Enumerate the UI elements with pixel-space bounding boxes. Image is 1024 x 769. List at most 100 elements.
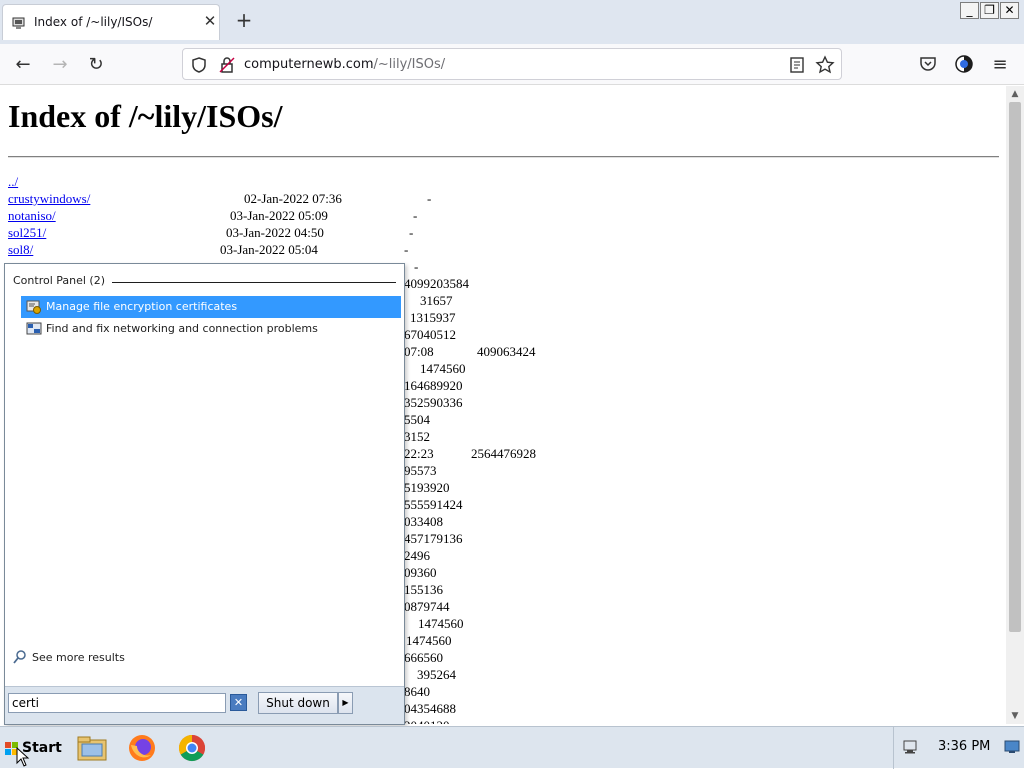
bookmark-star-icon[interactable]: [815, 55, 835, 75]
row-date: 02-Jan-2022 07:36: [244, 191, 342, 206]
chrome-icon: [178, 734, 206, 762]
dir-link[interactable]: crustywindows/: [8, 191, 90, 206]
result-item[interactable]: Find and fix networking and connection p…: [21, 318, 401, 340]
forward-icon[interactable]: →: [47, 52, 73, 78]
show-desktop-icon[interactable]: [1004, 740, 1020, 754]
result-label: Find and fix networking and connection p…: [46, 322, 318, 335]
size-fragment: 409063424: [477, 344, 536, 359]
pocket-icon[interactable]: [918, 54, 938, 74]
row-date: 03-Jan-2022 04:50: [226, 225, 324, 240]
shutdown-options-arrow-icon[interactable]: ▶: [338, 692, 353, 714]
size-fragment: 95573: [404, 463, 437, 478]
address-bar[interactable]: computernewb.com/~lily/ISOs/: [182, 48, 842, 80]
system-tray: 3:36 PM: [893, 727, 1024, 769]
menu-hamburger-icon[interactable]: ≡: [987, 52, 1013, 78]
horizontal-rule: [8, 156, 999, 158]
url-text[interactable]: computernewb.com/~lily/ISOs/: [244, 57, 445, 72]
restore-window-icon[interactable]: ❐: [980, 2, 999, 19]
size-fragment: 164689920: [404, 378, 463, 393]
start-button[interactable]: Start: [2, 731, 62, 767]
size-fragment: 033408: [404, 514, 443, 529]
result-item[interactable]: Manage file encryption certificates: [21, 296, 401, 318]
new-tab-icon[interactable]: +: [234, 10, 254, 30]
reload-icon[interactable]: ↻: [83, 52, 109, 78]
see-more-label: See more results: [32, 651, 125, 664]
listing-row: crustywindows/ 02-Jan-2022 07:36 -: [8, 191, 431, 208]
size-fragment: 395264: [417, 667, 456, 682]
insecure-lock-icon[interactable]: [217, 55, 237, 75]
size-fragment: 1474560: [406, 633, 452, 648]
scrollbar-thumb[interactable]: [1009, 102, 1021, 632]
firefox-taskbar-button[interactable]: [120, 731, 164, 765]
taskbar-clock[interactable]: 3:36 PM: [938, 739, 990, 754]
network-troubleshooter-icon: [26, 322, 42, 335]
file-explorer-icon: [77, 736, 107, 761]
taskbar: Start 3:36 PM: [0, 726, 1024, 769]
date-fragment: 22:23: [404, 446, 434, 461]
mouse-cursor-icon: [16, 747, 30, 767]
scroll-down-icon[interactable]: ▼: [1006, 708, 1024, 724]
tab-title: Index of /~lily/ISOs/: [34, 15, 153, 29]
close-tab-icon[interactable]: ✕: [201, 12, 219, 30]
date-fragment: 07:08: [404, 344, 434, 359]
start-search-input[interactable]: certi: [8, 693, 226, 713]
size-fragment: 1474560: [418, 616, 464, 631]
start-menu-footer: certi ✕ Shut down ▶: [5, 686, 404, 724]
tracking-shield-icon[interactable]: [189, 55, 209, 75]
size-fragment: 457179136: [404, 531, 463, 546]
size-fragment: 352590336: [404, 395, 463, 410]
size-fragment: 155136: [404, 582, 443, 597]
size-fragment: 5504: [404, 412, 430, 427]
size-fragment: 67040512: [404, 327, 456, 342]
row-size: -: [413, 208, 418, 223]
parent-dir-link[interactable]: ../: [8, 174, 18, 189]
search-icon: [13, 650, 26, 664]
reader-view-icon[interactable]: [787, 55, 807, 75]
vertical-scrollbar[interactable]: ▲ ▼: [1006, 86, 1024, 724]
firefox-icon: [129, 735, 155, 761]
listing-row: sol8/ 03-Jan-2022 05:04 -: [8, 242, 408, 259]
row-date: 03-Jan-2022 05:04: [220, 242, 318, 257]
tab-strip: Index of /~lily/ISOs/ ✕ + _ ❐ ✕: [0, 0, 1024, 44]
chrome-taskbar-button[interactable]: [170, 731, 214, 765]
size-fragment: 4099203584: [404, 276, 469, 291]
listing-row: ../: [8, 174, 18, 191]
navigation-toolbar: ← → ↻ computernewb.com/~lily/ISOs/ ≡: [0, 44, 1024, 85]
clear-search-icon[interactable]: ✕: [230, 694, 247, 711]
size-fragment: 2564476928: [471, 446, 536, 461]
size-fragment: 1315937: [410, 310, 456, 325]
row-size: -: [404, 242, 409, 257]
start-menu: Control Panel (2) Manage file encryption…: [4, 263, 405, 725]
close-window-icon[interactable]: ✕: [1000, 2, 1019, 19]
size-fragment: 3152: [404, 429, 430, 444]
row-date: 03-Jan-2022 05:09: [230, 208, 328, 223]
scroll-up-icon[interactable]: ▲: [1006, 86, 1024, 102]
group-divider: [112, 282, 396, 283]
size-fragment: 0879744: [404, 599, 450, 614]
size-fragment: 31657: [420, 293, 453, 308]
page-favicon-icon: [12, 17, 25, 29]
listing-row: sol251/ 03-Jan-2022 04:50 -: [8, 225, 413, 242]
size-fragment: 8640: [404, 684, 430, 699]
certificate-manager-icon: [26, 300, 41, 314]
network-tray-icon[interactable]: [902, 739, 918, 755]
dir-link[interactable]: sol251/: [8, 225, 46, 240]
shut-down-button[interactable]: Shut down: [258, 692, 338, 714]
back-icon[interactable]: ←: [10, 52, 36, 78]
listing-row: notaniso/ 03-Jan-2022 05:09 -: [8, 208, 417, 225]
browser-tab[interactable]: Index of /~lily/ISOs/ ✕: [2, 4, 220, 40]
extension-icon[interactable]: [954, 54, 974, 74]
size-fragment: 04354688: [404, 701, 456, 716]
size-fragment: 09360: [404, 565, 437, 580]
size-fragment: 5193920: [404, 480, 450, 495]
row-size: -: [414, 259, 419, 274]
result-label: Manage file encryption certificates: [46, 300, 238, 313]
result-group-header: Control Panel (2): [13, 274, 106, 287]
dir-link[interactable]: sol8/: [8, 242, 33, 257]
file-explorer-taskbar-button[interactable]: [70, 731, 114, 765]
size-fragment: 2496: [404, 548, 430, 563]
minimize-window-icon[interactable]: _: [960, 2, 979, 19]
size-fragment: 555591424: [404, 497, 463, 512]
row-size: -: [427, 191, 432, 206]
dir-link[interactable]: notaniso/: [8, 208, 56, 223]
